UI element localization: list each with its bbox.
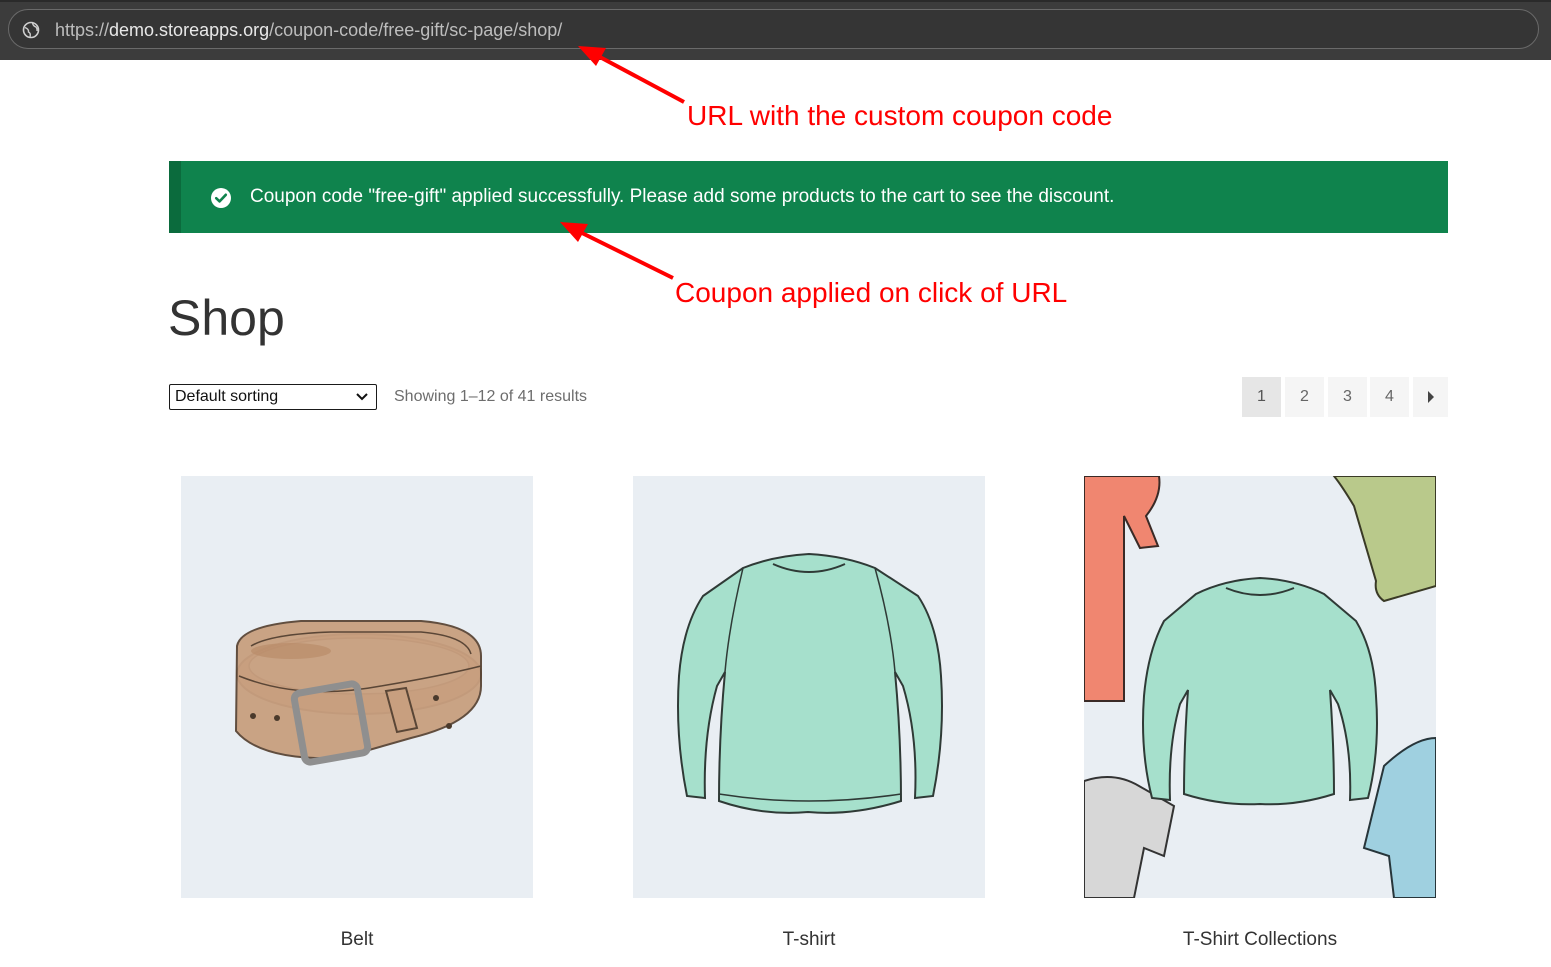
url-scheme: https:// xyxy=(55,20,110,40)
next-page-button[interactable] xyxy=(1413,377,1448,417)
page-2-link[interactable]: 2 xyxy=(1285,377,1324,417)
caret-right-icon xyxy=(1428,391,1434,403)
shirt-collection-image[interactable] xyxy=(1084,476,1436,898)
page-1-current: 1 xyxy=(1242,377,1281,417)
chevron-down-icon xyxy=(356,393,368,401)
product-name[interactable]: Belt xyxy=(181,928,533,952)
address-bar[interactable]: https://demo.storeapps.org/coupon-code/f… xyxy=(8,9,1539,49)
belt-image[interactable] xyxy=(181,476,533,898)
tshirt-image[interactable] xyxy=(633,476,985,898)
sorting-select[interactable]: Default sorting xyxy=(169,384,377,410)
url-host: demo.storeapps.org xyxy=(109,20,270,40)
sorting-selected-value: Default sorting xyxy=(175,388,279,405)
coupon-success-notice: Coupon code "free-gift" applied successf… xyxy=(169,161,1448,233)
annotation-coupon-note: Coupon applied on click of URL xyxy=(675,277,1068,308)
product-card[interactable]: Belt xyxy=(181,476,533,950)
product-name[interactable]: T-shirt xyxy=(633,928,985,952)
page-title: Shop xyxy=(168,290,285,346)
browser-toolbar: https://demo.storeapps.org/coupon-code/f… xyxy=(0,0,1551,60)
product-name[interactable]: T-Shirt Collections xyxy=(1084,928,1436,952)
globe-icon xyxy=(22,21,40,39)
browser-top-edge xyxy=(0,0,1551,2)
notice-message: Coupon code "free-gift" applied successf… xyxy=(250,186,1115,207)
annotation-url-note: URL with the custom coupon code xyxy=(687,100,1113,131)
result-count: Showing 1–12 of 41 results xyxy=(394,388,588,405)
page-4-link[interactable]: 4 xyxy=(1370,377,1409,417)
page-3-link[interactable]: 3 xyxy=(1328,377,1367,417)
product-card[interactable]: T-shirt xyxy=(633,476,985,950)
check-circle-icon xyxy=(211,188,231,208)
product-card[interactable]: T-Shirt Collections xyxy=(1084,476,1436,950)
url-text[interactable]: https://demo.storeapps.org/coupon-code/f… xyxy=(55,19,562,41)
url-path: /coupon-code/free-gift/sc-page/shop/ xyxy=(269,20,563,40)
